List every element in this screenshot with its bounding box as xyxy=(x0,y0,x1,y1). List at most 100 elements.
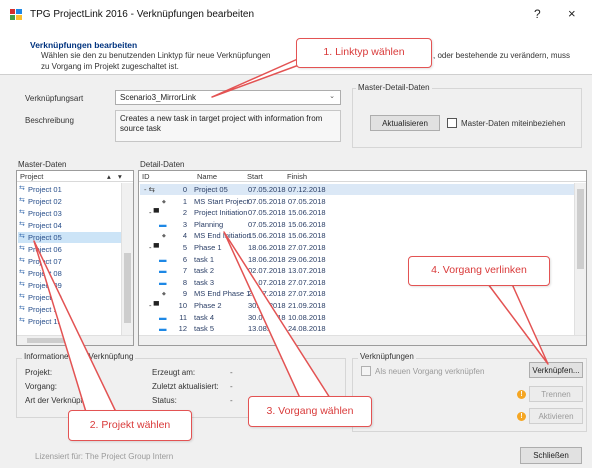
help-button[interactable]: ? xyxy=(534,7,541,21)
project-name: Project 04 xyxy=(28,221,62,230)
master-scroll-thumb[interactable] xyxy=(124,253,131,323)
milestone-icon: ◆ xyxy=(162,233,166,240)
cell-id: 3 xyxy=(182,219,187,229)
list-item[interactable]: ⇆ Project 03 xyxy=(18,208,133,219)
cell-finish: 21.09.2018 xyxy=(288,301,326,310)
callout-3: 3. Vorgang wählen xyxy=(248,396,372,427)
separate-button[interactable]: Trennen xyxy=(529,386,583,402)
project-name: Project 12 xyxy=(28,317,62,326)
app-logo-icon xyxy=(10,9,22,20)
cell-name: MS End Phase 1 xyxy=(194,289,251,299)
filter-icon[interactable]: ▾ xyxy=(118,172,122,181)
cell-name: task 3 xyxy=(194,277,215,287)
list-item[interactable]: ⇆ Project 10 xyxy=(18,292,133,303)
cell-id: 12 xyxy=(178,324,187,334)
project-icon: ⇆ xyxy=(19,233,25,240)
window-title: TPG ProjectLink 2016 - Verknüpfungen bea… xyxy=(30,9,255,20)
link-button[interactable]: Verknüpfen... xyxy=(529,362,583,378)
column-header-name[interactable]: Name xyxy=(197,172,217,181)
cell-finish: 15.06.2018 xyxy=(288,231,326,241)
project-icon: ⇆ xyxy=(19,209,25,216)
close-window-button[interactable]: × xyxy=(568,6,576,21)
master-hscroll-thumb[interactable] xyxy=(27,338,67,343)
warning-icon: ! xyxy=(517,412,526,421)
list-item[interactable]: ⇆ Project 04 xyxy=(18,220,133,231)
title-bar: TPG ProjectLink 2016 - Verknüpfungen bea… xyxy=(0,0,592,30)
list-item[interactable]: ⇆ Project 07 xyxy=(18,256,133,267)
link-as-new-task-checkbox[interactable] xyxy=(361,366,371,376)
table-row[interactable]: ▬ 12 task 5 13.08.2018 24.08.2018 xyxy=(140,323,578,334)
cell-id: 7 xyxy=(182,266,187,276)
project-icon: ⇆ xyxy=(19,185,25,192)
column-header-id[interactable]: ID xyxy=(142,172,150,181)
cell-finish: 24.08.2018 xyxy=(288,324,326,334)
project-name: Project 11 xyxy=(28,305,62,314)
project-icon: ⇆ xyxy=(19,245,25,252)
cell-id: 1 xyxy=(182,196,187,206)
table-row[interactable]: ◆ 9 MS End Phase 1 27.07.2018 27.07.2018 xyxy=(140,288,578,299)
table-row[interactable]: ▬ 3 Planning 07.05.2018 15.06.2018 xyxy=(140,219,578,230)
table-row[interactable]: ▬ 11 task 4 30.07.2018 10.08.2018 xyxy=(140,312,578,323)
table-row[interactable]: - ⇆ 0 Project 05 07.05.2018 07.12.2018 xyxy=(140,184,578,195)
master-list[interactable]: Project ▴ ▾ ⇆ Project 01 ⇆ Project 02 ⇆ Proje… xyxy=(16,170,134,346)
list-item[interactable]: ⇆ Project 09 xyxy=(18,280,133,291)
project-icon: ⇆ xyxy=(19,197,25,204)
list-item[interactable]: ⇆ Project 12 xyxy=(18,316,133,327)
table-row[interactable]: ◆ 4 MS End Initiation 15.06.2018 15.06.2018 xyxy=(140,230,578,241)
link-type-select[interactable]: Scenario3_MirrorLink ⌄ xyxy=(115,90,341,105)
activate-button[interactable]: Aktivieren xyxy=(529,408,583,424)
cell-start: 07.05.2018 xyxy=(248,208,286,218)
project-name: Project 06 xyxy=(28,245,62,254)
project-name: Project 05 xyxy=(28,233,62,242)
cell-id: 6 xyxy=(182,254,187,264)
sort-icon[interactable]: ▴ xyxy=(107,172,111,181)
callout-2: 2. Projekt wählen xyxy=(68,410,192,441)
description-label: Beschreibung xyxy=(25,116,74,125)
include-master-checkbox[interactable] xyxy=(447,118,457,128)
cell-finish: 29.06.2018 xyxy=(288,254,326,264)
cell-finish: 27.07.2018 xyxy=(288,277,326,287)
detail-hscrollbar[interactable] xyxy=(139,335,586,345)
detail-scrollbar[interactable] xyxy=(574,183,586,335)
close-button[interactable]: Schließen xyxy=(520,447,582,464)
task-icon: ▬ xyxy=(159,312,167,322)
table-row[interactable]: - ▀ 10 Phase 2 30.07.2018 21.09.2018 xyxy=(140,300,578,311)
master-scrollbar[interactable] xyxy=(121,183,133,335)
cell-finish: 13.07.2018 xyxy=(288,266,326,276)
description-text: Creates a new task in target project wit… xyxy=(115,110,341,142)
header-description: Wählen sie den zu benutzenden Linktyp fü… xyxy=(41,51,271,60)
milestone-icon: ◆ xyxy=(162,198,166,205)
info-created-value: - xyxy=(230,368,233,377)
cell-finish: 07.12.2018 xyxy=(288,185,326,194)
collapse-icon: - ⇆ xyxy=(144,185,155,194)
list-item[interactable]: ⇆ Project 11 xyxy=(18,304,133,315)
cell-start: 30.07.2018 xyxy=(248,301,286,310)
project-name: Project 03 xyxy=(28,209,62,218)
cell-name: task 2 xyxy=(194,266,215,276)
list-item[interactable]: ⇆ Project 05 xyxy=(18,232,133,243)
refresh-button[interactable]: Aktualisieren xyxy=(370,115,440,131)
cell-id: 10 xyxy=(178,301,187,310)
table-row[interactable]: - ▀ 5 Phase 1 18.06.2018 27.07.2018 xyxy=(140,242,578,253)
cell-name: task 4 xyxy=(194,312,215,322)
cell-finish: 07.05.2018 xyxy=(288,196,326,206)
cell-start: 30.07.2018 xyxy=(248,312,286,322)
detail-scroll-thumb[interactable] xyxy=(577,189,584,269)
column-header-finish[interactable]: Finish xyxy=(287,172,307,181)
project-icon: ⇆ xyxy=(19,257,25,264)
list-item[interactable]: ⇆ Project 02 xyxy=(18,196,133,207)
list-item[interactable]: ⇆ Project 01 xyxy=(18,184,133,195)
list-item[interactable]: ⇆ Project 08 xyxy=(18,268,133,279)
project-name: Project 10 xyxy=(28,293,62,302)
cell-name: Phase 2 xyxy=(194,301,222,310)
warning-icon: ! xyxy=(517,390,526,399)
cell-start: 07.05.2018 xyxy=(248,219,286,229)
table-row[interactable]: ◆ 1 MS Start Project 07.05.2018 07.05.2018 xyxy=(140,196,578,207)
cell-start: 18.06.2018 xyxy=(248,254,286,264)
column-header-project[interactable]: Project xyxy=(20,172,43,181)
column-header-start[interactable]: Start xyxy=(247,172,263,181)
master-hscrollbar[interactable] xyxy=(17,335,133,345)
list-item[interactable]: ⇆ Project 06 xyxy=(18,244,133,255)
task-icon: ▬ xyxy=(159,324,167,334)
table-row[interactable]: - ▀ 2 Project Initiation 07.05.2018 15.06.20… xyxy=(140,207,578,218)
